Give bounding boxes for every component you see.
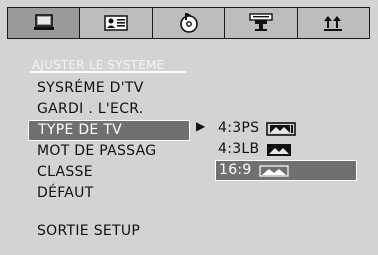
arrows-icon: [324, 16, 343, 31]
menu-item-default[interactable]: DÉFAUT: [28, 183, 190, 204]
menu-item-exit-setup[interactable]: SORTIE SETUP: [28, 221, 190, 242]
option-16-9[interactable]: 16:9: [215, 160, 357, 181]
submenu-arrow-icon: ▶: [196, 119, 206, 133]
tv-type-options: 4:3PS 4:3LB 16:9: [215, 118, 357, 181]
option-4-3-letterbox[interactable]: 4:3LB: [215, 139, 357, 160]
settings-menu: SYSRÉME D'TV GARDI . L'ECR. TYPE DE TV M…: [28, 78, 190, 242]
tab-audio[interactable]: [151, 7, 225, 39]
menu-item-tv-type[interactable]: TYPE DE TV: [28, 120, 190, 141]
monitor-icon: [33, 14, 54, 30]
tab-video[interactable]: [224, 7, 297, 39]
tab-language[interactable]: [79, 7, 152, 39]
option-4-3-pan-scan[interactable]: 4:3PS: [215, 118, 357, 139]
section-title: AJUSTER LE SYSTÈME: [32, 58, 165, 72]
letterbox-icon: [267, 143, 292, 156]
option-label: 4:3PS: [218, 120, 260, 136]
disc-icon: [179, 13, 198, 33]
tab-system[interactable]: [7, 7, 80, 39]
menu-item-screen-saver[interactable]: GARDI . L'ECR.: [28, 99, 190, 120]
pan-scan-icon: [266, 121, 297, 136]
tab-preferences[interactable]: [296, 7, 371, 39]
id-card-icon: [104, 15, 128, 31]
menu-item-password[interactable]: MOT DE PASSAG: [28, 141, 190, 162]
title-divider: [30, 71, 186, 73]
widescreen-icon: [259, 164, 289, 177]
projector-icon: [249, 13, 273, 31]
option-label: 4:3LB: [218, 141, 260, 157]
tab-bar: [7, 7, 371, 41]
menu-item-rating[interactable]: CLASSE: [28, 162, 190, 183]
option-label: 16:9: [219, 162, 252, 178]
menu-item-tv-system[interactable]: SYSRÉME D'TV: [28, 78, 190, 99]
